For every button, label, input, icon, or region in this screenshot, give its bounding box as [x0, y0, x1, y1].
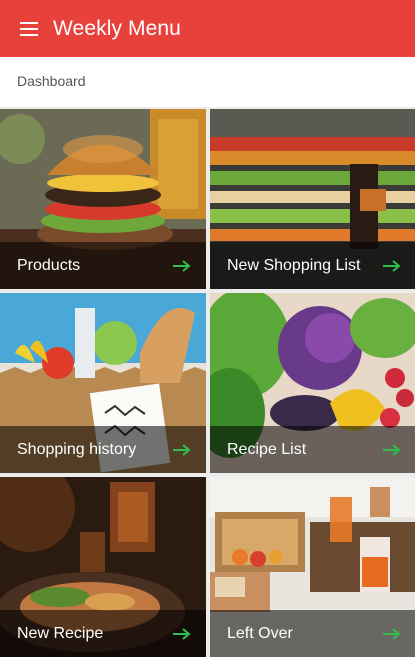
menu-button[interactable]: [10, 10, 48, 48]
tile-caption: New Recipe: [0, 610, 206, 657]
arrow-right-icon: [383, 259, 401, 272]
tile-caption: Recipe List: [210, 426, 415, 473]
tile-shopping-history[interactable]: Shopping history: [0, 293, 206, 473]
breadcrumb: Dashboard: [0, 57, 415, 107]
tile-new-shopping-list[interactable]: New Shopping List: [210, 109, 415, 289]
tile-label: Recipe List: [227, 440, 307, 458]
tile-label: New Shopping List: [227, 256, 361, 274]
tile-products[interactable]: Products: [0, 109, 206, 289]
tile-new-recipe[interactable]: New Recipe: [0, 477, 206, 657]
tile-label: Shopping history: [17, 440, 137, 458]
tile-caption: Left Over: [210, 610, 415, 657]
tile-label: Left Over: [227, 624, 293, 642]
dashboard-grid: Products New Shopping List Shopping hist…: [0, 109, 415, 657]
breadcrumb-dashboard[interactable]: Dashboard: [17, 73, 86, 89]
app-bar: Weekly Menu: [0, 0, 415, 57]
tile-label: Products: [17, 256, 81, 274]
arrow-right-icon: [383, 627, 401, 640]
arrow-right-icon: [383, 443, 401, 456]
tile-caption: New Shopping List: [210, 242, 415, 289]
hamburger-menu-icon: [20, 21, 38, 36]
arrow-right-icon: [173, 259, 191, 272]
tile-label: New Recipe: [17, 624, 104, 642]
tile-left-over[interactable]: Left Over: [210, 477, 415, 657]
arrow-right-icon: [173, 443, 191, 456]
app-title: Weekly Menu: [53, 16, 181, 40]
tile-caption: Shopping history: [0, 426, 206, 473]
tile-caption: Products: [0, 242, 206, 289]
tile-recipe-list[interactable]: Recipe List: [210, 293, 415, 473]
arrow-right-icon: [173, 627, 191, 640]
